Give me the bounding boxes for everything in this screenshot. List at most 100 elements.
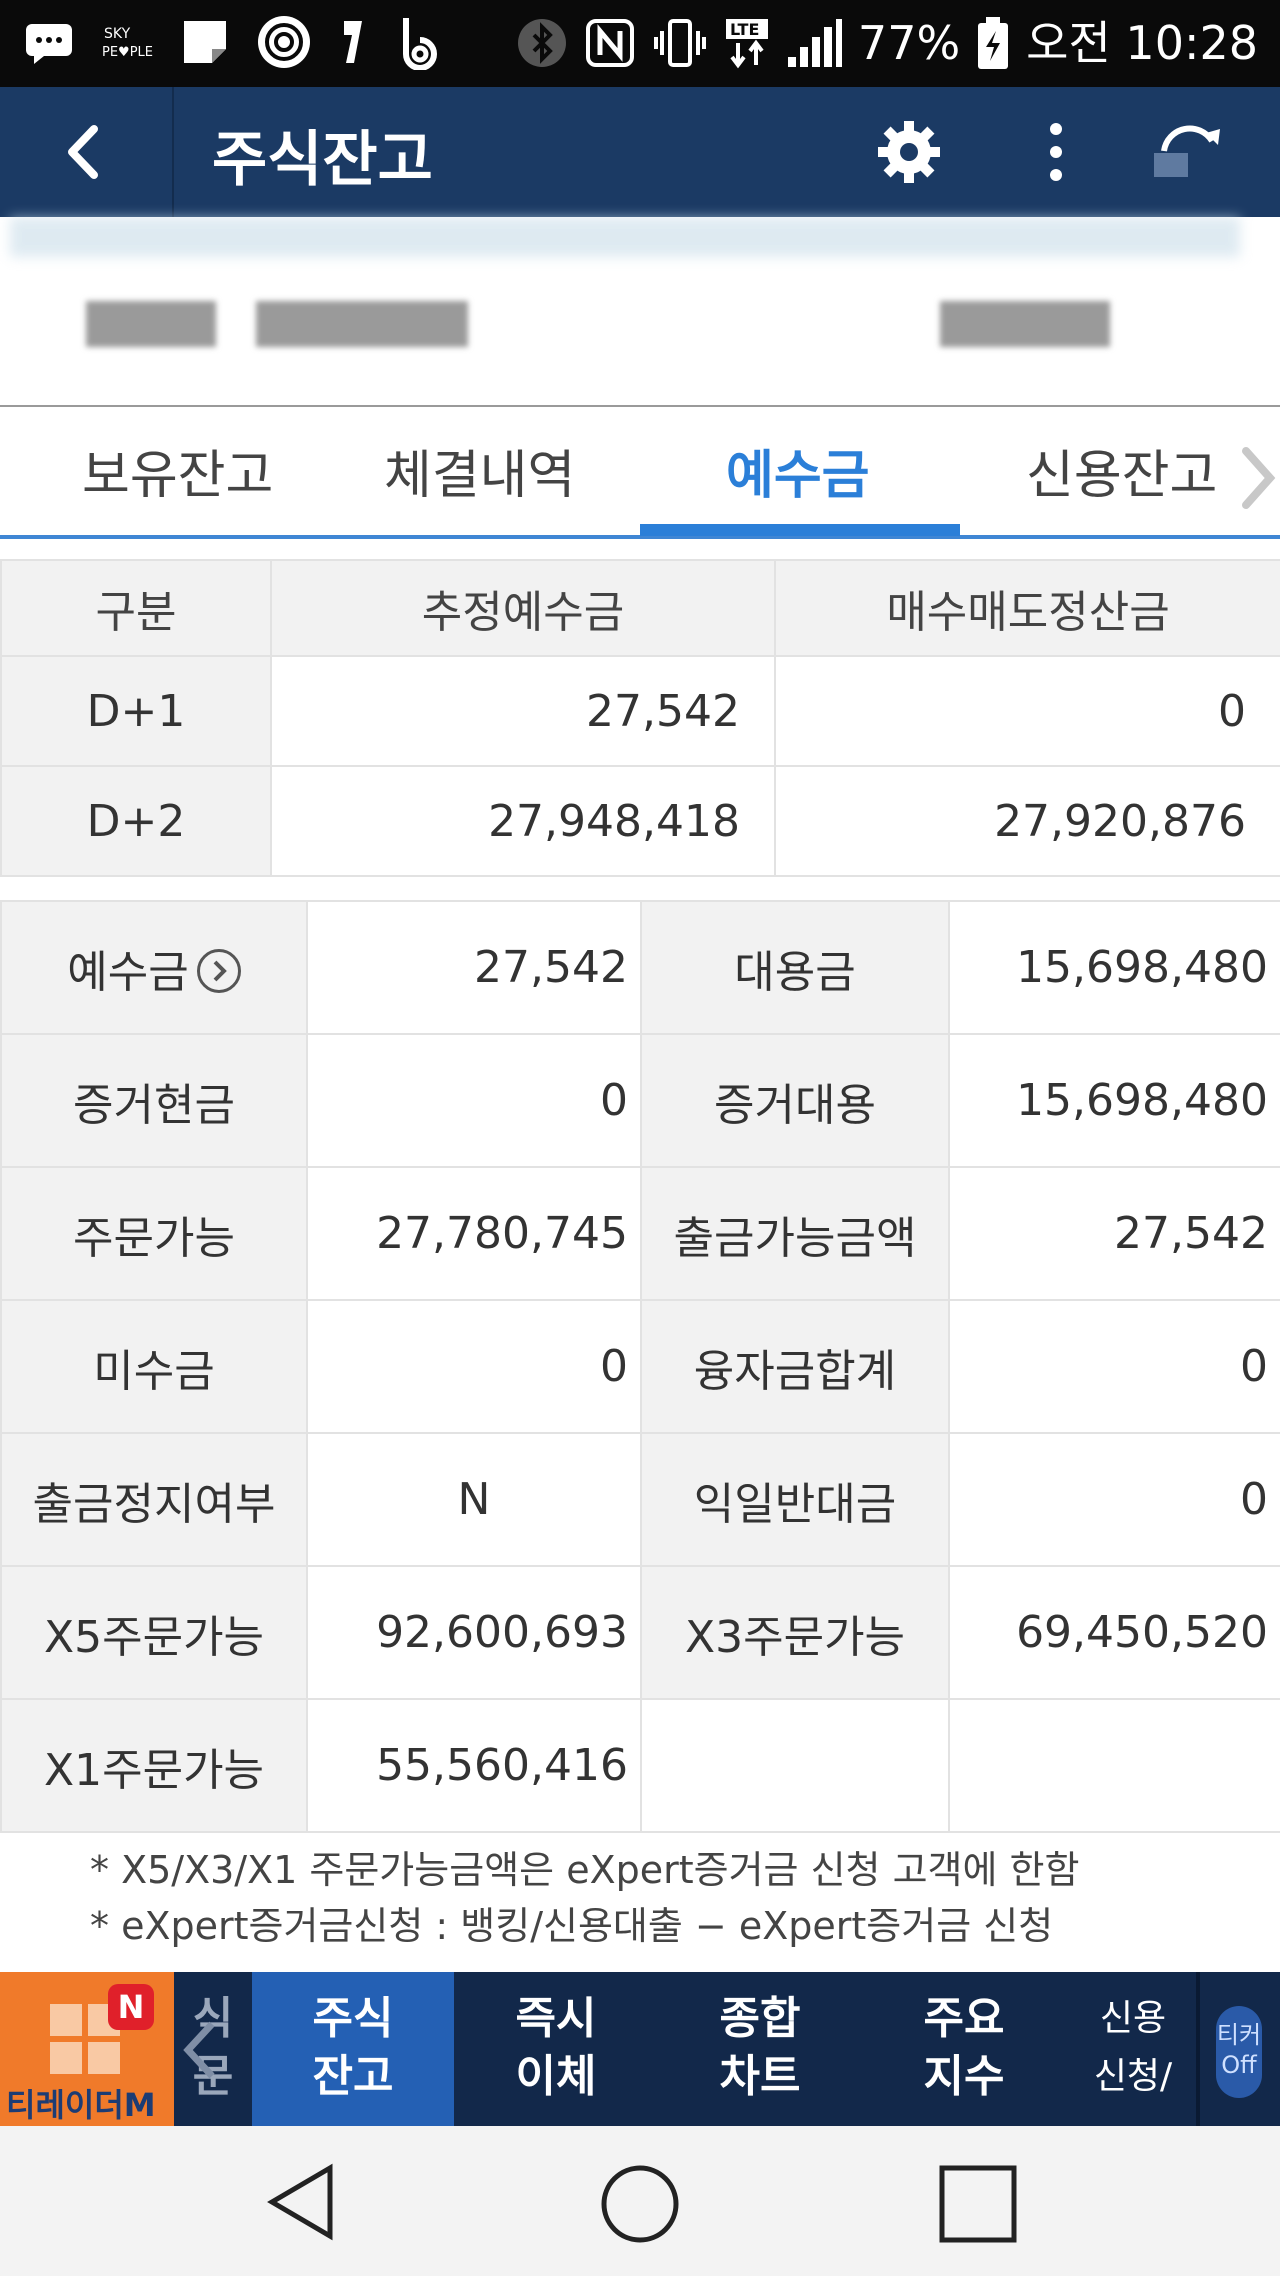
active-tab-indicator bbox=[640, 524, 960, 536]
footnote: * X5/X3/X1 주문가능금액은 eXpert증거금 신청 고객에 한함 bbox=[90, 1848, 1080, 1892]
menu-divider bbox=[1196, 1972, 1200, 2126]
column-header: 구분 bbox=[0, 559, 272, 657]
menu-label: 잔고 bbox=[312, 2051, 394, 2102]
menu-label: 주식 bbox=[312, 1993, 394, 2044]
gear-icon[interactable] bbox=[874, 117, 944, 187]
table-row: D+2 27,948,418 27,920,876 bbox=[0, 765, 1280, 877]
cell-value: 0 bbox=[306, 1033, 642, 1168]
menu-label: 주요 bbox=[923, 1993, 1005, 2044]
cell-value: 69,450,520 bbox=[948, 1565, 1280, 1700]
estimated-deposit-value: 27,542 bbox=[270, 655, 776, 767]
bluetooth-icon bbox=[517, 19, 566, 67]
cell-label: 예수금 bbox=[67, 946, 189, 998]
status-bar: SKY PE♥PLE LTE 77% 오전 10:28 bbox=[0, 0, 1280, 87]
tab-bar: 보유잔고 체결내역 예수금 신용잔고 bbox=[0, 409, 1280, 539]
table-row: X1주문가능 55,560,416 bbox=[0, 1698, 1280, 1833]
menu-label: 이체 bbox=[515, 2051, 597, 2102]
column-header: 추정예수금 bbox=[270, 559, 776, 657]
system-nav-bar bbox=[0, 2126, 1280, 2276]
cell-value: 27,542 bbox=[948, 1166, 1280, 1301]
bottom-menu: 식 문 주식 잔고 즉시 이체 종합 차트 주요 지수 신용 신청/ bbox=[0, 1972, 1280, 2126]
recents-square-icon[interactable] bbox=[938, 2164, 1018, 2244]
sky-people-icon: SKY PE♥PLE bbox=[102, 26, 153, 60]
message-icon bbox=[26, 24, 72, 64]
vibrate-icon bbox=[653, 19, 706, 67]
cell-value: 15,698,480 bbox=[948, 900, 1280, 1035]
cell-label: X5주문가능 bbox=[0, 1565, 308, 1700]
kebab-icon[interactable] bbox=[1036, 117, 1076, 187]
cell-value: 92,600,693 bbox=[306, 1565, 642, 1700]
app-icon bbox=[344, 21, 362, 63]
row-label: D+1 bbox=[0, 655, 272, 767]
table-row: X5주문가능 92,600,693 X3주문가능 69,450,520 bbox=[0, 1565, 1280, 1700]
footnote: * eXpert증거금신청 : 뱅킹/신용대출 − eXpert증거금 신청 bbox=[90, 1904, 1054, 1948]
menu-label: 신용 bbox=[1099, 1998, 1167, 2039]
svg-text:SKY: SKY bbox=[104, 26, 131, 42]
chevron-right-icon[interactable] bbox=[1238, 443, 1278, 513]
signal-icon bbox=[787, 19, 842, 67]
cell-value: 0 bbox=[948, 1299, 1280, 1434]
table-header-row: 구분 추정예수금 매수매도정산금 bbox=[0, 559, 1280, 657]
battery-percent: 77% bbox=[857, 16, 961, 70]
back-triangle-icon[interactable] bbox=[262, 2162, 342, 2242]
cell-label: 대용금 bbox=[640, 900, 950, 1035]
header-divider bbox=[172, 87, 174, 217]
b-app-icon bbox=[403, 18, 437, 70]
tab-credit-balance[interactable]: 신용잔고 bbox=[1026, 433, 1217, 508]
system-icons: LTE 77% 오전 10:28 bbox=[516, 10, 1258, 76]
blurred-text bbox=[256, 301, 468, 347]
cell-label: X3주문가능 bbox=[640, 1565, 950, 1700]
cell-label: 출금가능금액 bbox=[640, 1166, 950, 1301]
svg-text:LTE: LTE bbox=[730, 20, 759, 39]
battery-icon bbox=[978, 17, 1009, 69]
tab-holdings[interactable]: 보유잔고 bbox=[82, 433, 273, 508]
deposit-detail-table: 예수금 27,542 대용금 15,698,480 증거현금 0 증거대용 15… bbox=[0, 900, 1280, 1833]
cell-value: 15,698,480 bbox=[948, 1033, 1280, 1168]
tab-executions[interactable]: 체결내역 bbox=[384, 433, 575, 508]
tab-deposit[interactable]: 예수금 bbox=[726, 433, 870, 508]
settlement-table: 구분 추정예수금 매수매도정산금 D+1 27,542 0 D+2 27,948… bbox=[0, 559, 1280, 877]
toggle-label: 티커 bbox=[1216, 2021, 1262, 2049]
home-circle-icon[interactable] bbox=[598, 2162, 682, 2246]
brand-text: 티레이더M bbox=[6, 2086, 156, 2124]
deposit-label-cell[interactable]: 예수금 bbox=[0, 900, 308, 1035]
cell-label: X1주문가능 bbox=[0, 1698, 308, 1833]
menu-item-instant-transfer[interactable]: 즉시 이체 bbox=[454, 1972, 658, 2126]
blurred-text bbox=[86, 301, 216, 347]
refresh-icon[interactable] bbox=[1148, 117, 1228, 187]
cell-label: 미수금 bbox=[0, 1299, 308, 1434]
empty-cell bbox=[948, 1698, 1280, 1833]
cell-label: 증거대용 bbox=[640, 1033, 950, 1168]
table-row: D+1 27,542 0 bbox=[0, 655, 1280, 767]
table-row: 출금정지여부 N 익일반대금 0 bbox=[0, 1432, 1280, 1567]
target-icon bbox=[258, 16, 310, 68]
blurred-text bbox=[940, 301, 1110, 347]
footnotes: * X5/X3/X1 주문가능금액은 eXpert증거금 신청 고객에 한함 *… bbox=[90, 1842, 1079, 1954]
cell-value: 55,560,416 bbox=[306, 1698, 642, 1833]
menu-item-chart[interactable]: 종합 차트 bbox=[658, 1972, 862, 2126]
svg-text:PE♥PLE: PE♥PLE bbox=[102, 45, 153, 60]
menu-item-stock-balance[interactable]: 주식 잔고 bbox=[252, 1972, 454, 2126]
menu-label: 종합 bbox=[719, 1993, 801, 2044]
menu-item-indices[interactable]: 주요 지수 bbox=[862, 1972, 1066, 2126]
menu-item-credit-apply[interactable]: 신용 신청/ bbox=[1066, 1972, 1200, 2126]
cell-value: 27,780,745 bbox=[306, 1166, 642, 1301]
row-label: D+2 bbox=[0, 765, 272, 877]
page-title: 주식잔고 bbox=[212, 125, 433, 195]
account-info-blurred[interactable] bbox=[0, 217, 1280, 407]
settlement-value: 0 bbox=[774, 655, 1280, 767]
cell-label: 융자금합계 bbox=[640, 1299, 950, 1434]
chevron-circle-icon[interactable] bbox=[196, 948, 241, 993]
clock: 오전 10:28 bbox=[1026, 16, 1258, 70]
chevron-left-icon[interactable] bbox=[178, 2018, 222, 2082]
app-logo-button[interactable]: N 티레이더M bbox=[0, 1972, 174, 2126]
ticker-toggle[interactable]: 티커 Off bbox=[1216, 2006, 1262, 2098]
blur-band bbox=[10, 217, 1240, 257]
lte-icon: LTE bbox=[725, 19, 768, 69]
table-row: 주문가능 27,780,745 출금가능금액 27,542 bbox=[0, 1166, 1280, 1301]
menu-label: 차트 bbox=[719, 2051, 801, 2102]
cell-value: 0 bbox=[306, 1299, 642, 1434]
cell-value: 27,542 bbox=[306, 900, 642, 1035]
chevron-left-icon[interactable] bbox=[50, 117, 120, 187]
app-bar: 주식잔고 bbox=[0, 87, 1280, 217]
